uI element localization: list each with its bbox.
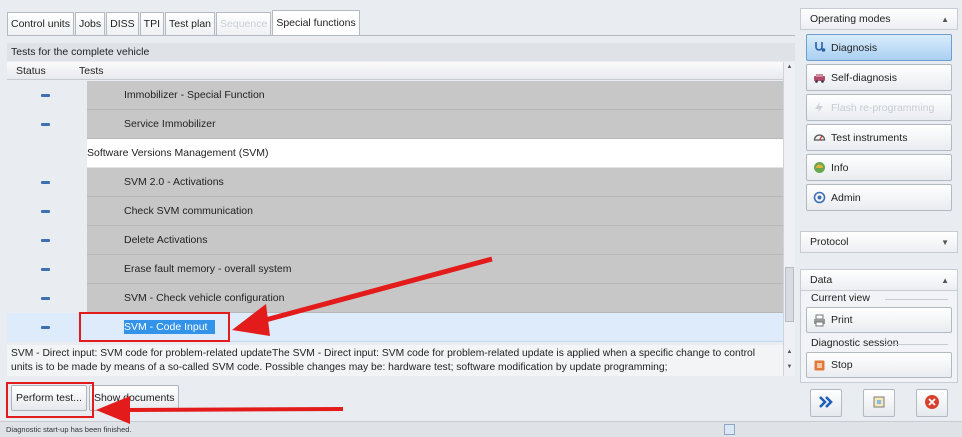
arrow-head-code-input bbox=[232, 304, 270, 336]
annotation-arrows bbox=[96, 256, 493, 424]
diagnostic-app-window: Control units Jobs DISS TPI Test plan Se… bbox=[0, 0, 962, 437]
arrow-to-code-input bbox=[257, 256, 493, 325]
arrow-head-perform-test bbox=[96, 396, 130, 424]
arrow-to-perform-test bbox=[124, 407, 344, 412]
